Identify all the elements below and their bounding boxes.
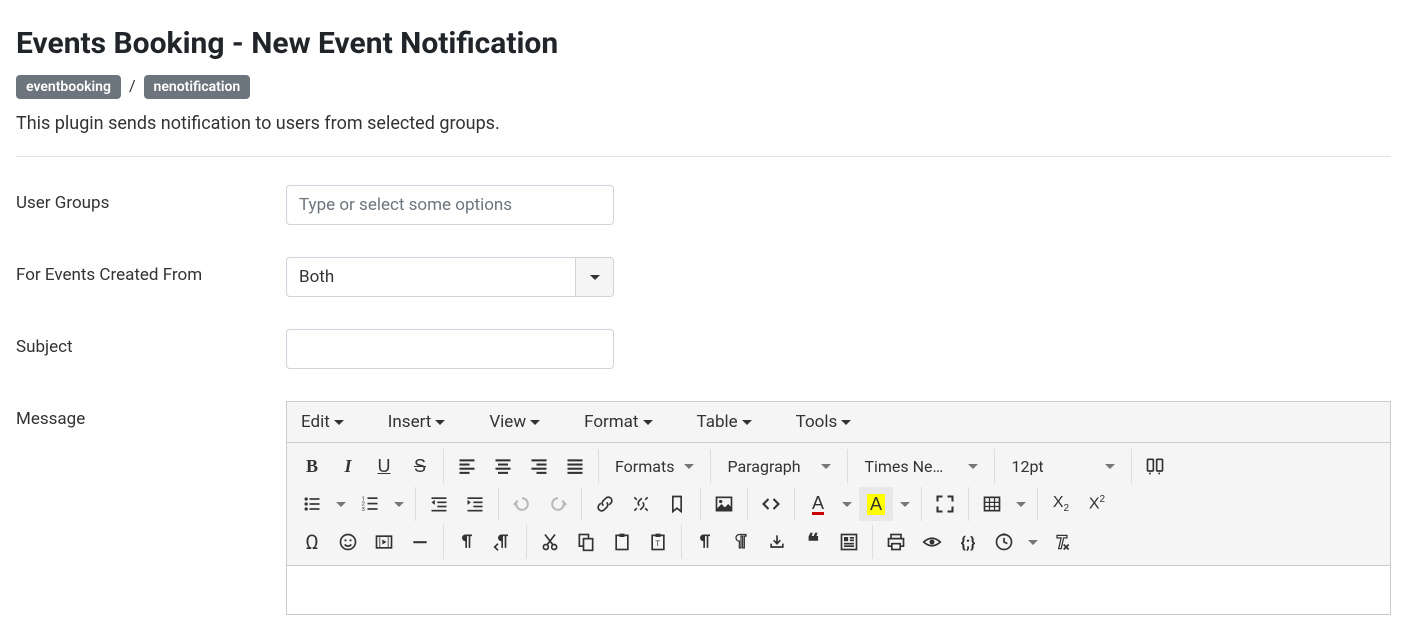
editor-menubar: Edit Insert View Format Table Tools xyxy=(287,402,1390,443)
events-created-from-select[interactable]: Both xyxy=(286,257,614,297)
superscript-button[interactable]: X2 xyxy=(1080,487,1114,521)
menu-tools[interactable]: Tools xyxy=(786,408,862,436)
editor-content-area[interactable] xyxy=(287,566,1390,614)
row-user-groups: User Groups Type or select some options xyxy=(16,185,1391,225)
source-code-button[interactable] xyxy=(754,487,788,521)
rtl-button[interactable] xyxy=(486,525,520,559)
menu-format[interactable]: Format xyxy=(574,408,662,436)
italic-button[interactable]: I xyxy=(331,449,365,483)
breadcrumb-element: nenotification xyxy=(144,75,251,99)
numbered-list-button[interactable]: 123 xyxy=(353,487,387,521)
row-subject: Subject xyxy=(16,329,1391,369)
menu-edit[interactable]: Edit xyxy=(291,408,354,436)
clear-formatting-button[interactable] xyxy=(1045,525,1079,559)
image-button[interactable] xyxy=(707,487,741,521)
anchor-button[interactable] xyxy=(660,487,694,521)
menu-insert[interactable]: Insert xyxy=(378,408,456,436)
show-invisibles-button[interactable] xyxy=(688,525,722,559)
user-groups-placeholder: Type or select some options xyxy=(299,195,512,215)
table-button[interactable] xyxy=(975,487,1009,521)
template-button[interactable] xyxy=(832,525,866,559)
paste-button[interactable] xyxy=(605,525,639,559)
strikethrough-button[interactable]: S xyxy=(403,449,437,483)
breadcrumb-folder: eventbooking xyxy=(16,75,121,99)
label-events-created-from: For Events Created From xyxy=(16,257,286,285)
breadcrumb: eventbooking / nenotification xyxy=(16,75,1391,99)
text-color-dropdown[interactable] xyxy=(837,487,857,521)
link-button[interactable] xyxy=(588,487,622,521)
editor-toolbars: B I U S Formats Paragr xyxy=(287,443,1390,566)
preview-button[interactable] xyxy=(915,525,949,559)
page-title: Events Booking - New Event Notification xyxy=(16,26,1391,61)
nbsp-button[interactable] xyxy=(760,525,794,559)
ltr-button[interactable] xyxy=(450,525,484,559)
unlink-button[interactable] xyxy=(624,487,658,521)
rich-text-editor: Edit Insert View Format Table Tools B I … xyxy=(286,401,1391,615)
copy-button[interactable] xyxy=(569,525,603,559)
bullet-list-button[interactable] xyxy=(295,487,329,521)
find-replace-button[interactable] xyxy=(1138,449,1172,483)
divider xyxy=(16,156,1391,157)
cut-button[interactable] xyxy=(533,525,567,559)
horizontal-rule-button[interactable] xyxy=(403,525,437,559)
menu-view[interactable]: View xyxy=(479,408,550,436)
media-button[interactable] xyxy=(367,525,401,559)
formats-dropdown[interactable]: Formats xyxy=(605,449,704,483)
special-char-button[interactable]: Ω xyxy=(295,525,329,559)
blockquote-button[interactable]: ❝ xyxy=(796,525,830,559)
background-color-button[interactable]: A xyxy=(859,487,893,521)
user-groups-input[interactable]: Type or select some options xyxy=(286,185,614,225)
chevron-down-icon[interactable] xyxy=(575,258,613,296)
codesample-button[interactable]: {;} xyxy=(951,525,985,559)
text-color-button[interactable]: A xyxy=(801,487,835,521)
font-size-dropdown[interactable]: 12pt xyxy=(1001,449,1125,483)
numbered-list-dropdown[interactable] xyxy=(389,487,409,521)
align-right-button[interactable] xyxy=(522,449,556,483)
paste-text-button[interactable]: T xyxy=(641,525,675,559)
menu-table[interactable]: Table xyxy=(687,408,762,436)
show-blocks-button[interactable] xyxy=(724,525,758,559)
outdent-button[interactable] xyxy=(422,487,456,521)
underline-button[interactable]: U xyxy=(367,449,401,483)
align-center-button[interactable] xyxy=(486,449,520,483)
background-color-dropdown[interactable] xyxy=(895,487,915,521)
row-message: Message Edit Insert View Format Table To… xyxy=(16,401,1391,615)
font-family-dropdown[interactable]: Times Ne… xyxy=(854,449,988,483)
emoji-button[interactable] xyxy=(331,525,365,559)
label-user-groups: User Groups xyxy=(16,185,286,213)
subscript-button[interactable]: X2 xyxy=(1044,487,1078,521)
fullscreen-button[interactable] xyxy=(928,487,962,521)
insert-datetime-dropdown[interactable] xyxy=(1023,525,1043,559)
undo-button[interactable] xyxy=(505,487,539,521)
table-dropdown[interactable] xyxy=(1011,487,1031,521)
svg-text:T: T xyxy=(656,539,661,548)
label-subject: Subject xyxy=(16,329,286,357)
breadcrumb-separator: / xyxy=(125,76,140,95)
events-created-from-value: Both xyxy=(287,258,575,296)
redo-button[interactable] xyxy=(541,487,575,521)
print-button[interactable] xyxy=(879,525,913,559)
bullet-list-dropdown[interactable] xyxy=(331,487,351,521)
bold-button[interactable]: B xyxy=(295,449,329,483)
svg-text:3: 3 xyxy=(362,507,365,513)
align-justify-button[interactable] xyxy=(558,449,592,483)
toolbar-row-2: 123 xyxy=(289,485,1388,523)
align-left-button[interactable] xyxy=(450,449,484,483)
paragraph-dropdown[interactable]: Paragraph xyxy=(717,449,841,483)
label-message: Message xyxy=(16,401,286,429)
toolbar-row-3: Ω T xyxy=(289,523,1388,561)
indent-button[interactable] xyxy=(458,487,492,521)
plugin-description: This plugin sends notification to users … xyxy=(16,113,1391,134)
insert-datetime-button[interactable] xyxy=(987,525,1021,559)
row-events-created-from: For Events Created From Both xyxy=(16,257,1391,297)
toolbar-row-1: B I U S Formats Paragr xyxy=(289,447,1388,485)
subject-input[interactable] xyxy=(286,329,614,369)
